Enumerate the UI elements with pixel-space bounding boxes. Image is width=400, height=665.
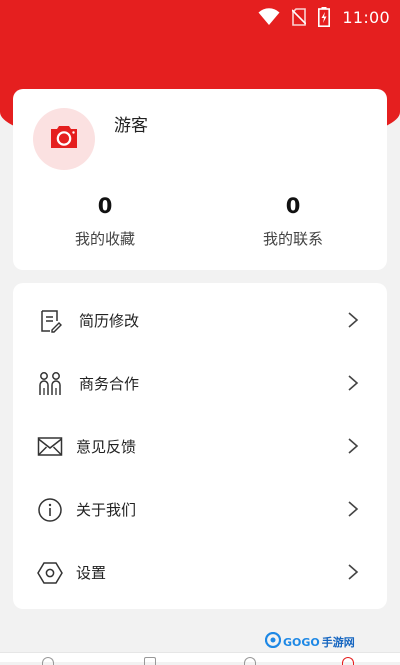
nav-jobs-icon[interactable] — [144, 657, 156, 665]
watermark-brand: GOGO — [283, 635, 320, 649]
watermark-badge-icon — [264, 631, 282, 652]
resume-edit-icon — [37, 308, 63, 334]
partners-icon — [37, 371, 63, 397]
nav-message-icon[interactable] — [244, 657, 256, 665]
menu-item-settings[interactable]: 设置 — [13, 545, 387, 599]
chevron-right-icon — [347, 562, 359, 582]
chevron-right-icon — [347, 436, 359, 456]
status-bar: 11:00 — [0, 0, 400, 34]
camera-icon — [49, 124, 79, 154]
contacts-label: 我的联系 — [262, 230, 323, 248]
menu-item-label: 商务合作 — [79, 375, 140, 393]
menu-item-feedback[interactable]: 意见反馈 — [13, 419, 387, 473]
menu-item-label: 关于我们 — [76, 501, 137, 519]
menu-item-business-cooperation[interactable]: 商务合作 — [13, 356, 387, 410]
menu-card: 简历修改 商务合作 意见反馈 关于我们 设置 — [13, 283, 387, 609]
nav-profile-icon[interactable] — [342, 657, 354, 665]
contacts-count: 0 — [285, 194, 301, 218]
battery-charging-icon — [318, 7, 331, 27]
status-time: 11:00 — [342, 7, 390, 27]
info-icon — [37, 497, 63, 523]
menu-item-resume-edit[interactable]: 简历修改 — [13, 293, 387, 347]
favorites-stat[interactable]: 0 我的收藏 — [35, 193, 175, 249]
menu-item-label: 简历修改 — [79, 312, 140, 330]
menu-item-about-us[interactable]: 关于我们 — [13, 482, 387, 536]
nav-home-icon[interactable] — [42, 657, 54, 665]
watermark-logo: GOGO 手游网 — [264, 631, 355, 652]
favorites-label: 我的收藏 — [74, 230, 135, 248]
chevron-right-icon — [347, 310, 359, 330]
menu-item-label: 设置 — [76, 564, 107, 582]
profile-card: 游客 0 我的收藏 0 我的联系 — [13, 89, 387, 270]
mail-icon — [37, 434, 63, 460]
wifi-icon — [258, 8, 280, 26]
watermark-suffix: 手游网 — [321, 636, 355, 649]
settings-hexagon-icon — [37, 560, 63, 586]
chevron-right-icon — [347, 499, 359, 519]
contacts-stat[interactable]: 0 我的联系 — [223, 193, 363, 249]
username[interactable]: 游客 — [114, 111, 148, 136]
avatar[interactable] — [33, 108, 95, 170]
favorites-count: 0 — [97, 194, 113, 218]
menu-item-label: 意见反馈 — [76, 438, 137, 456]
no-sim-icon — [292, 8, 307, 26]
chevron-right-icon — [347, 373, 359, 393]
